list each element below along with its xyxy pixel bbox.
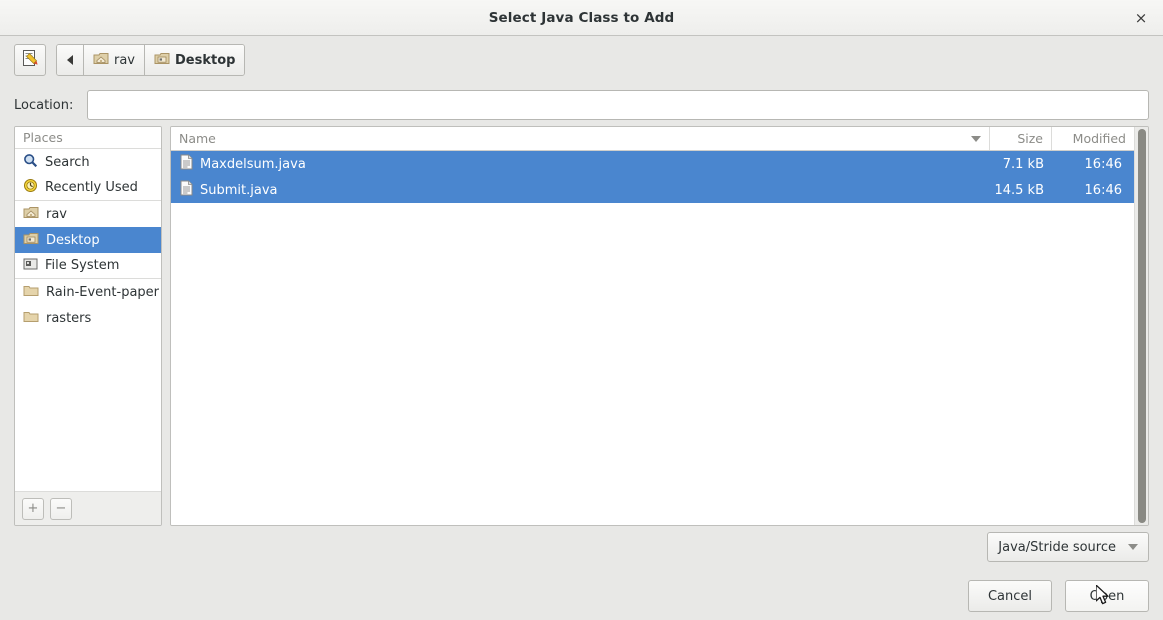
desktop-folder-icon bbox=[154, 51, 170, 69]
file-size-cell: 14.5 kB bbox=[994, 182, 1044, 198]
chevron-down-icon bbox=[1128, 544, 1138, 550]
sidebar-item-label: Rain-Event-paper bbox=[46, 284, 160, 300]
places-sidebar: Places Search Recently Used rav Desktop … bbox=[14, 126, 162, 526]
folder-icon bbox=[23, 283, 39, 301]
title-bar: Select Java Class to Add × bbox=[0, 0, 1163, 36]
open-button[interactable]: Open bbox=[1065, 580, 1149, 612]
sidebar-item-label: File System bbox=[45, 258, 120, 273]
path-button-label: rav bbox=[114, 52, 136, 68]
places-list: Places Search Recently Used rav Desktop … bbox=[15, 127, 161, 491]
location-input[interactable] bbox=[87, 90, 1149, 120]
sidebar-item-desktop[interactable]: Desktop bbox=[15, 227, 161, 253]
sidebar-item-rav[interactable]: rav bbox=[15, 201, 161, 227]
file-chooser-dialog: Select Java Class to Add × rav Desktop L… bbox=[0, 0, 1163, 620]
add-bookmark-button[interactable]: + bbox=[22, 497, 44, 520]
sidebar-item-label: Search bbox=[45, 154, 90, 170]
cancel-button[interactable]: Cancel bbox=[968, 580, 1052, 612]
toolbar: rav Desktop bbox=[0, 36, 1163, 84]
folder-icon bbox=[23, 309, 39, 327]
drive-icon bbox=[23, 257, 38, 275]
file-name-label: Maxdelsum.java bbox=[200, 156, 306, 172]
column-header-size-label: Size bbox=[1017, 131, 1043, 146]
text-file-icon bbox=[180, 180, 193, 200]
file-name-label: Submit.java bbox=[200, 182, 278, 198]
type-filename-button[interactable] bbox=[14, 44, 46, 76]
back-arrow-icon bbox=[67, 55, 73, 65]
scrollbar-thumb[interactable] bbox=[1138, 129, 1146, 523]
sidebar-item-label: Desktop bbox=[46, 232, 100, 248]
places-footer: + − bbox=[15, 491, 161, 525]
sidebar-item-label: Recently Used bbox=[45, 180, 138, 195]
search-icon bbox=[23, 153, 38, 172]
sidebar-item-rasters[interactable]: rasters bbox=[15, 305, 161, 331]
column-header-name[interactable]: Name bbox=[171, 127, 990, 150]
sidebar-item-recently-used[interactable]: Recently Used bbox=[15, 175, 161, 201]
desktop-folder-icon bbox=[23, 231, 39, 249]
file-list-scrollbar[interactable] bbox=[1134, 127, 1148, 525]
location-row: Location: bbox=[0, 84, 1163, 126]
sidebar-item-label: rav bbox=[46, 206, 68, 222]
file-name-cell: Maxdelsum.java bbox=[171, 154, 990, 174]
table-row[interactable]: Maxdelsum.java 7.1 kB 16:46 bbox=[171, 151, 1134, 177]
path-bar: rav Desktop bbox=[56, 44, 246, 76]
dialog-footer: Java/Stride source Cancel Open bbox=[0, 526, 1163, 620]
sidebar-item-label: rasters bbox=[46, 310, 92, 326]
sidebar-item-rain-event-paper[interactable]: Rain-Event-paper bbox=[15, 279, 161, 305]
dialog-title: Select Java Class to Add bbox=[488, 9, 675, 26]
file-size-cell: 7.1 kB bbox=[1002, 156, 1044, 172]
file-type-filter-dropdown[interactable]: Java/Stride source bbox=[987, 532, 1149, 562]
path-button-desktop[interactable]: Desktop bbox=[145, 45, 245, 75]
recent-clock-icon bbox=[23, 178, 38, 197]
column-header-name-label: Name bbox=[179, 131, 216, 146]
edit-document-icon bbox=[21, 49, 40, 72]
home-folder-icon bbox=[93, 51, 109, 69]
table-row[interactable]: Submit.java 14.5 kB 16:46 bbox=[171, 177, 1134, 203]
back-button[interactable] bbox=[57, 45, 84, 75]
path-button-rav[interactable]: rav bbox=[84, 45, 146, 75]
dialog-body: Places Search Recently Used rav Desktop … bbox=[0, 126, 1163, 526]
column-header-size[interactable]: Size bbox=[990, 127, 1052, 150]
file-list-pane: Name Size Modified Maxdelsum.java 7.1 kB… bbox=[170, 126, 1149, 526]
dialog-buttons: Cancel Open bbox=[968, 580, 1149, 612]
location-label: Location: bbox=[14, 97, 74, 113]
sidebar-item-search[interactable]: Search bbox=[15, 149, 161, 175]
sidebar-item-file-system[interactable]: File System bbox=[15, 253, 161, 279]
close-icon[interactable]: × bbox=[1129, 6, 1153, 30]
file-modified-cell: 16:46 bbox=[1084, 156, 1122, 172]
file-name-cell: Submit.java bbox=[171, 180, 990, 200]
sort-descending-icon bbox=[971, 135, 981, 142]
text-file-icon bbox=[180, 154, 193, 174]
path-button-label: Desktop bbox=[175, 52, 236, 68]
places-header: Places bbox=[15, 127, 161, 149]
file-type-filter-label: Java/Stride source bbox=[998, 539, 1116, 555]
home-folder-icon bbox=[23, 205, 39, 223]
file-list-header: Name Size Modified bbox=[171, 127, 1134, 151]
remove-bookmark-button[interactable]: − bbox=[50, 497, 72, 520]
file-modified-cell: 16:46 bbox=[1084, 182, 1122, 198]
column-header-modified[interactable]: Modified bbox=[1052, 127, 1134, 150]
column-header-modified-label: Modified bbox=[1072, 131, 1126, 146]
file-list-rows: Maxdelsum.java 7.1 kB 16:46 Submit.java … bbox=[171, 151, 1134, 525]
